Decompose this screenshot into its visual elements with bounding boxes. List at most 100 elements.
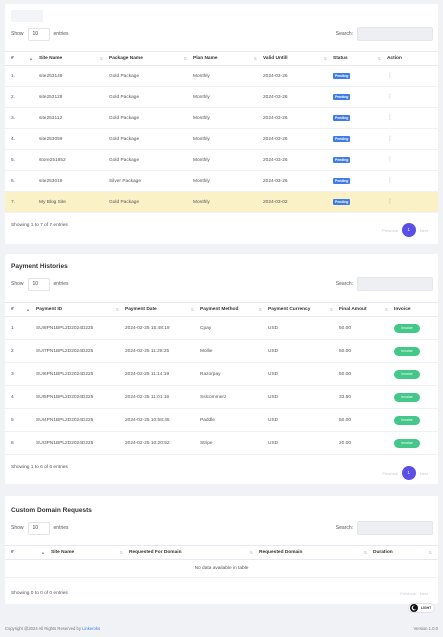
- col-package-name[interactable]: Package Name ⇅: [109, 51, 193, 66]
- more-vertical-icon[interactable]: ⋮: [387, 199, 393, 205]
- valid-until: 2024-03-26: [263, 107, 333, 129]
- package-name: Silver Package: [109, 170, 193, 192]
- page-button-current[interactable]: 1: [401, 223, 416, 237]
- more-vertical-icon[interactable]: ⋮: [387, 115, 393, 121]
- status-badge: Pending: [333, 115, 351, 121]
- table-row: 1. site253148 Gold Package Monthly 2024-…: [5, 65, 438, 87]
- status-cell: Pending: [333, 149, 387, 171]
- payment-date: 2024-02-25 11:14:19: [125, 362, 200, 386]
- next-button[interactable]: Next: [420, 591, 428, 596]
- more-vertical-icon[interactable]: ⋮: [387, 73, 393, 79]
- payment-currency: USD: [268, 362, 339, 386]
- action-cell: ⋮: [387, 149, 438, 171]
- col-site-name[interactable]: Site Name ⇅: [39, 51, 109, 66]
- plan-name: Monthly: [193, 107, 263, 129]
- sort-up-icon: ▲: [29, 56, 33, 61]
- col-final-amount[interactable]: Final Amout ⇅: [339, 302, 394, 317]
- payment-method: Cpay: [200, 316, 268, 340]
- table-info: Showing 0 to 0 of 0 entries: [11, 591, 68, 596]
- empty-table-message: No data available in table: [5, 559, 438, 578]
- next-button[interactable]: Next: [420, 471, 428, 476]
- status-badge: Pending: [333, 73, 351, 79]
- subscriptions-title-placeholder: [11, 10, 43, 22]
- status-cell: Pending: [333, 107, 387, 129]
- previous-button[interactable]: Previous: [382, 228, 398, 233]
- final-amount: 50.00: [339, 362, 394, 386]
- subscriptions-length: Show 10 entries: [11, 27, 69, 41]
- entries-select[interactable]: 10: [27, 521, 50, 535]
- next-button[interactable]: Next: [420, 228, 428, 233]
- col-requested-domain[interactable]: Requested Domain ⇅: [259, 545, 373, 560]
- card-title: Payment Histories: [11, 263, 68, 270]
- col-num[interactable]: # ▲: [5, 51, 39, 66]
- plan-name: Monthly: [193, 170, 263, 192]
- site-name: site253019: [39, 170, 109, 192]
- status-badge: Pending: [333, 94, 351, 100]
- site-name: site253128: [39, 86, 109, 108]
- invoice-button[interactable]: Invoice: [394, 438, 420, 448]
- row-number: 1: [5, 316, 36, 340]
- previous-button[interactable]: Previous: [400, 591, 416, 596]
- payment-histories-card: Payment Histories Show 10 entries Search…: [5, 254, 438, 484]
- theme-toggle[interactable]: LIGHT: [408, 603, 435, 613]
- row-number: 1.: [5, 65, 39, 87]
- invoice-button[interactable]: Invoice: [394, 415, 420, 425]
- col-plan-name[interactable]: Plan Name ⇅: [193, 51, 263, 66]
- col-status[interactable]: Status ⇅: [333, 51, 387, 66]
- package-name: Gold Package: [109, 107, 193, 129]
- status-cell: Pending: [333, 191, 387, 213]
- entries-label: entries: [53, 281, 69, 287]
- payment-id: SUI7PN1BPL2D2024D225: [36, 339, 125, 363]
- col-payment-id[interactable]: Payment ID ⇅: [36, 302, 125, 317]
- more-vertical-icon[interactable]: ⋮: [387, 136, 393, 142]
- search-input[interactable]: [357, 521, 433, 535]
- search-input[interactable]: [357, 277, 433, 291]
- search-input[interactable]: [357, 27, 433, 41]
- valid-until: 2024-03-26: [263, 65, 333, 87]
- page-button-current[interactable]: 1: [401, 466, 416, 480]
- col-num[interactable]: # ▲: [5, 302, 36, 317]
- col-invoice: Invoice: [394, 302, 438, 317]
- valid-until: 2024-03-02: [263, 191, 333, 213]
- col-payment-currency[interactable]: Payment Currency ⇅: [268, 302, 339, 317]
- sort-up-icon: ▲: [41, 550, 45, 555]
- col-payment-method[interactable]: Payment Method ⇅: [200, 302, 268, 317]
- row-number: 5: [5, 408, 36, 432]
- col-duration[interactable]: Duration ⇅: [373, 545, 438, 560]
- sort-icon: ⇅: [363, 550, 367, 555]
- col-site-name[interactable]: Site Name ⇅: [51, 545, 129, 560]
- table-row: 3 SUI6PN1BPL2D2024D225 2024-02-25 11:14:…: [5, 362, 438, 386]
- col-payment-date[interactable]: Payment Date ⇅: [125, 302, 200, 317]
- final-amount: 50.00: [339, 408, 394, 432]
- custom-domain-requests-card: Custom Domain Requests Show 10 entries S…: [5, 496, 438, 604]
- search-label: Search:: [335, 31, 353, 37]
- invoice-button[interactable]: Invoice: [394, 369, 420, 379]
- sort-icon: ⇅: [99, 56, 103, 61]
- col-num[interactable]: # ▲: [5, 545, 51, 560]
- payment-method: Stripe: [200, 431, 268, 455]
- package-name: Gold Package: [109, 128, 193, 150]
- action-cell: ⋮: [387, 191, 438, 213]
- more-vertical-icon[interactable]: ⋮: [387, 178, 393, 184]
- payment-id: SUI4PN1BPL2D2024D225: [36, 408, 125, 432]
- col-action: Action: [387, 51, 438, 66]
- entries-select[interactable]: 10: [27, 277, 50, 291]
- valid-until: 2024-03-26: [263, 170, 333, 192]
- status-badge: Pending: [333, 199, 351, 205]
- col-requested-for-domain[interactable]: Requested For Domain ⇅: [129, 545, 259, 560]
- search-label: Search:: [335, 525, 353, 531]
- previous-button[interactable]: Previous: [382, 471, 398, 476]
- invoice-button[interactable]: Invoice: [394, 323, 420, 333]
- col-valid-until[interactable]: Valid Untill ⇅: [263, 51, 333, 66]
- show-label: Show: [11, 31, 24, 37]
- more-vertical-icon[interactable]: ⋮: [387, 157, 393, 163]
- table-row: 5. store251852 Gold Package Monthly 2024…: [5, 149, 438, 171]
- invoice-cell: Invoice: [394, 431, 438, 455]
- entries-select[interactable]: 10: [27, 27, 50, 41]
- row-number: 7.: [5, 191, 39, 213]
- brand-link[interactable]: Linkeroks: [82, 626, 100, 631]
- payment-id: SUI5PN1BPL2D2024D225: [36, 385, 125, 409]
- invoice-button[interactable]: Invoice: [394, 392, 420, 402]
- more-vertical-icon[interactable]: ⋮: [387, 94, 393, 100]
- invoice-button[interactable]: Invoice: [394, 346, 420, 356]
